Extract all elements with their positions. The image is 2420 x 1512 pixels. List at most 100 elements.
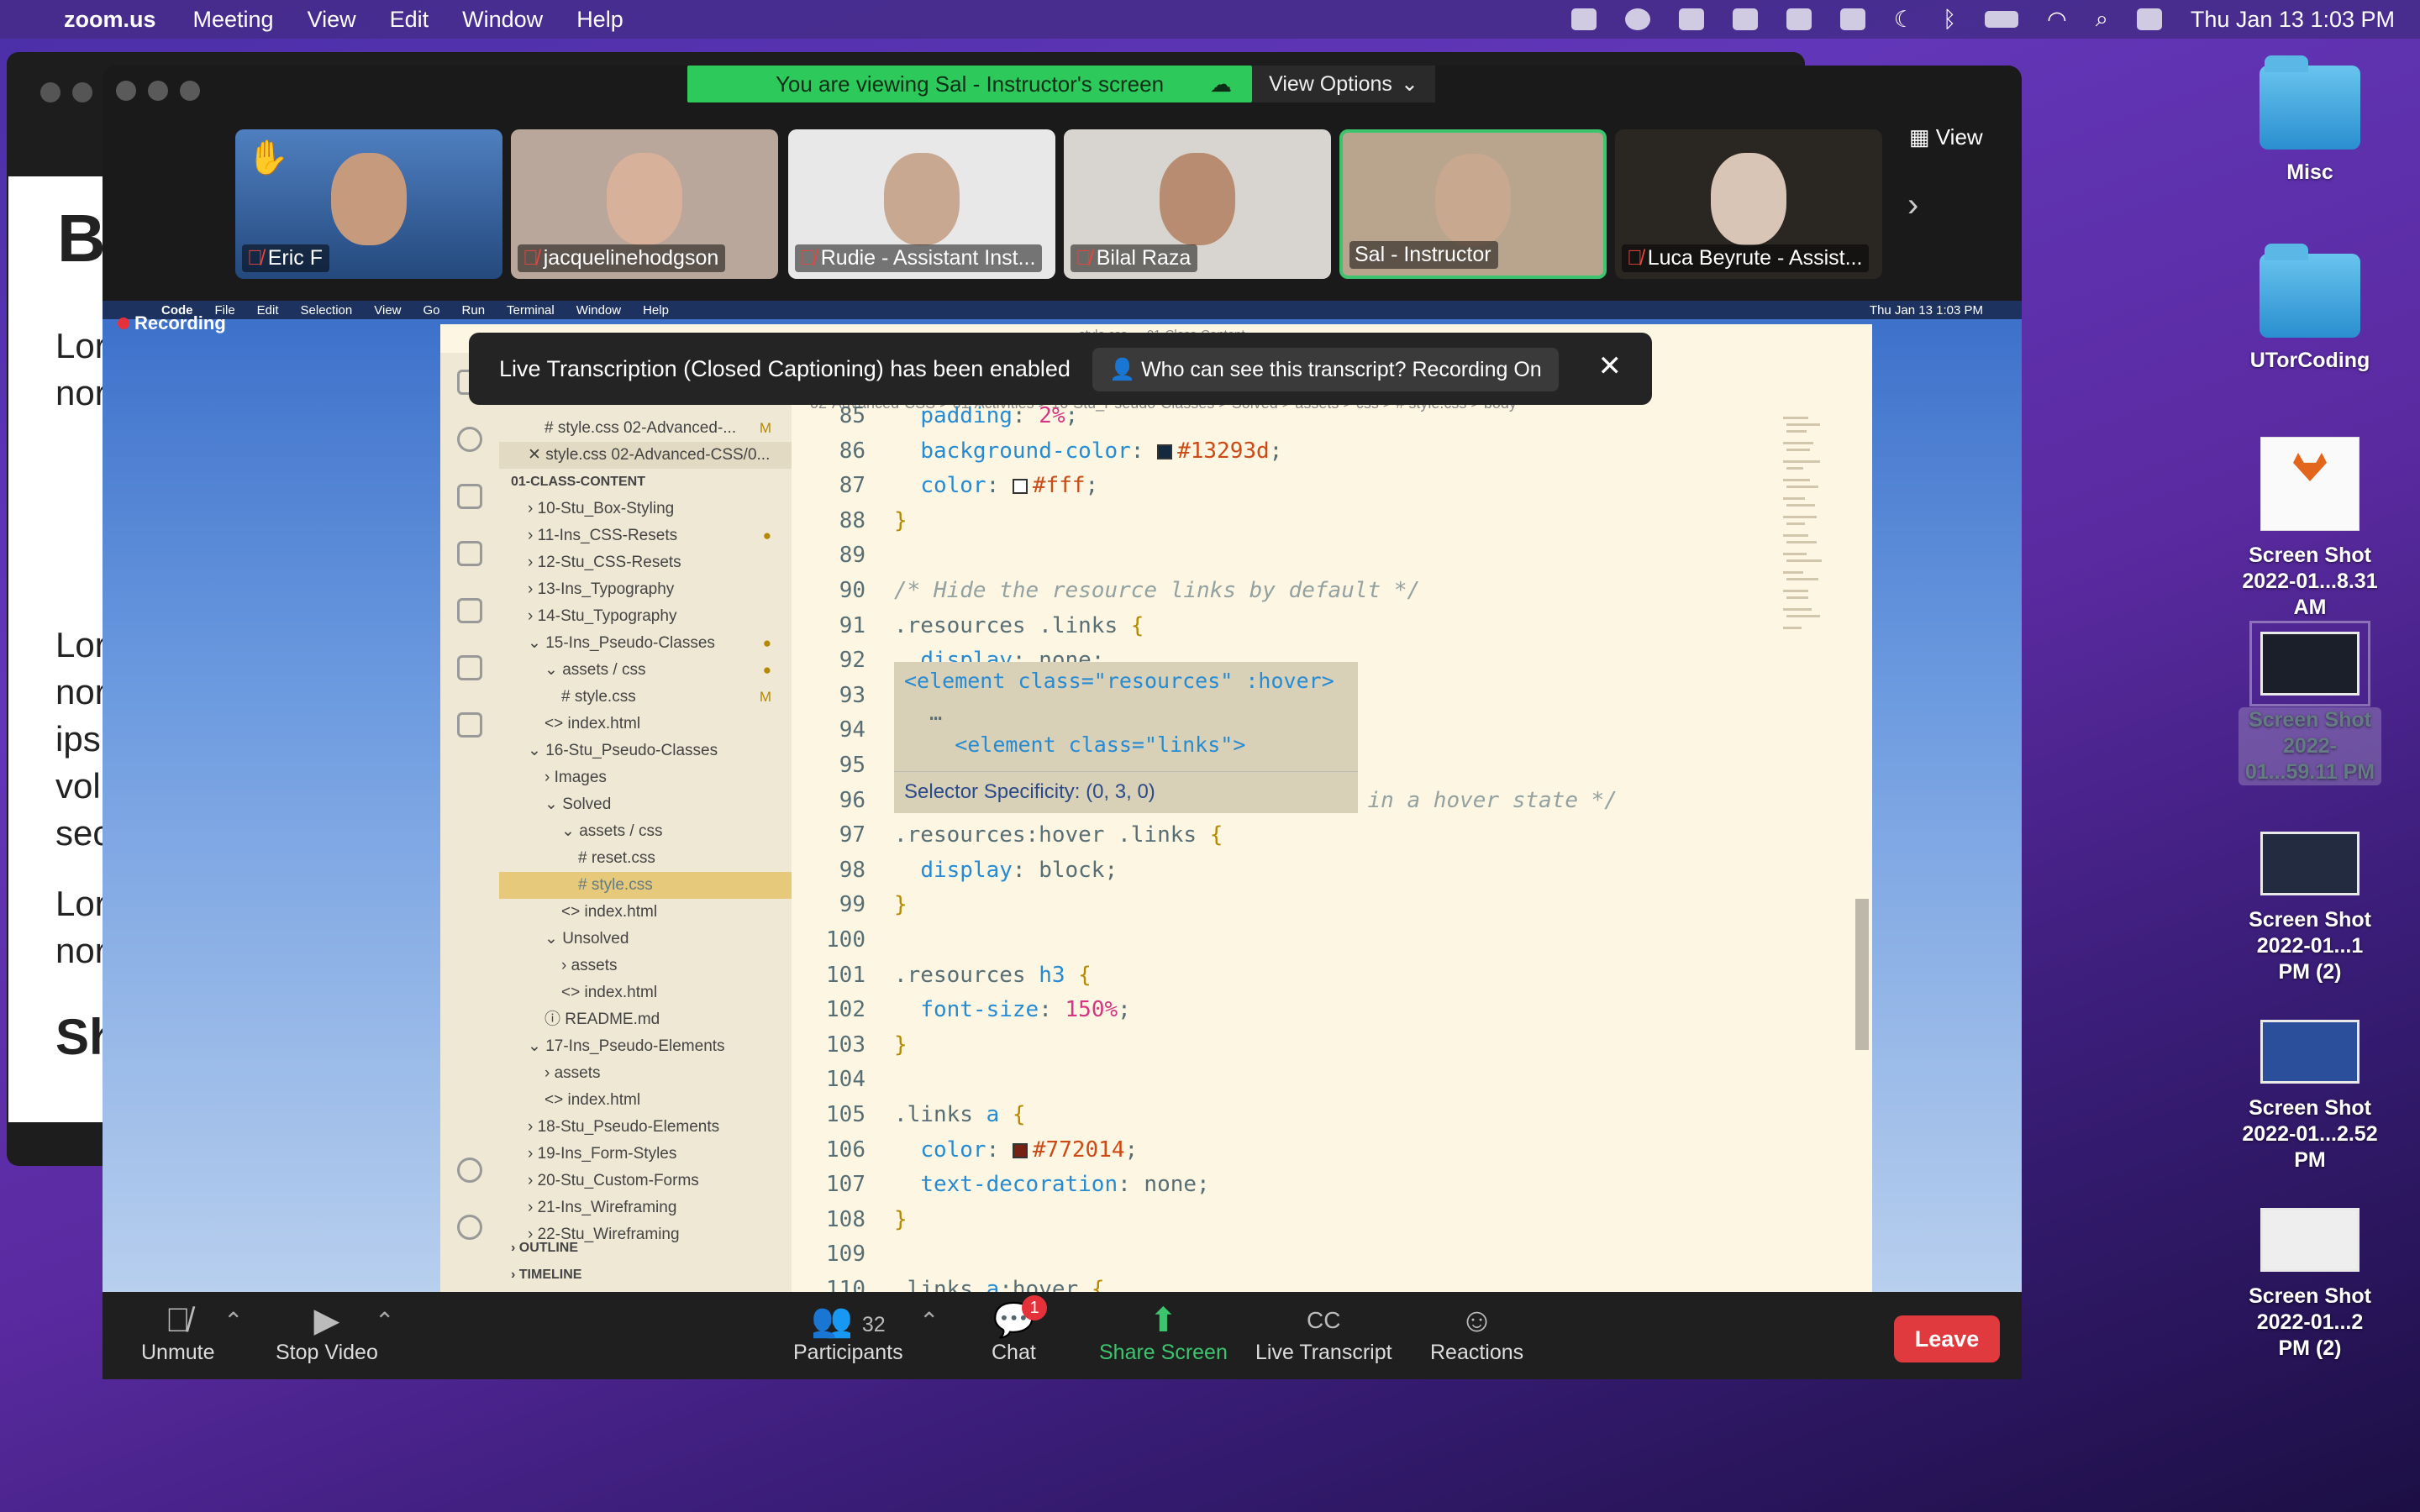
leave-button[interactable]: Leave	[1894, 1315, 2000, 1362]
explorer-item[interactable]: › OUTLINE	[499, 1235, 792, 1262]
explorer-item[interactable]: › assets	[499, 1060, 792, 1087]
code-line[interactable]: }	[894, 1032, 908, 1058]
participant-tile[interactable]: 🎙̸ Luca Beyrute - Assist...	[1615, 129, 1882, 279]
desktop-folder-misc[interactable]: Misc	[2238, 55, 2381, 186]
participants-button[interactable]: 👥 32 Participants	[793, 1300, 903, 1365]
explorer-item[interactable]: ⌄ 16-Stu_Pseudo-Classes	[499, 738, 792, 764]
participant-tile[interactable]: 🎙̸ Bilal Raza	[1064, 129, 1331, 279]
desktop-screenshot[interactable]: Screen Shot 2022-01...2 PM (2)	[2238, 1208, 2381, 1362]
wifi-icon[interactable]: ◠	[2047, 7, 2067, 33]
explorer-item[interactable]: › 20-Stu_Custom-Forms	[499, 1168, 792, 1194]
explorer-item[interactable]: › 13-Ins_Typography	[499, 576, 792, 603]
audio-options-chevron[interactable]: ⌃	[224, 1307, 243, 1335]
recording-indicator[interactable]: Recording	[118, 312, 226, 334]
close-button[interactable]	[116, 81, 136, 101]
window-minimize-button[interactable]	[72, 82, 92, 102]
explorer-item[interactable]: ⌄ 15-Ins_Pseudo-Classes ●	[499, 630, 792, 657]
code-line[interactable]: .links a {	[894, 1102, 1026, 1127]
docker-icon[interactable]	[457, 712, 482, 738]
editor-scrollbar[interactable]	[1855, 899, 1869, 1050]
code-line[interactable]: font-size: 150%;	[894, 997, 1130, 1022]
fullscreen-button[interactable]	[180, 81, 200, 101]
reactions-button[interactable]: ☺ Reactions	[1430, 1300, 1523, 1365]
explorer-item[interactable]: # reset.css	[499, 845, 792, 872]
gallery-view-button[interactable]: ▦ View	[1909, 124, 2020, 160]
moon-icon[interactable]: ☾	[1894, 7, 1914, 33]
participant-tile-active-speaker[interactable]: Sal - Instructor	[1339, 129, 1607, 279]
code-line[interactable]: .resources:hover .links {	[894, 822, 1223, 848]
explorer-item[interactable]: ⌄ 17-Ins_Pseudo-Elements	[499, 1033, 792, 1060]
menu-help[interactable]: Help	[576, 7, 623, 33]
window-close-button[interactable]	[40, 82, 60, 102]
live-transcript-button[interactable]: CC Live Transcript	[1255, 1300, 1392, 1365]
explorer-item[interactable]: # style.css 02-Advanced-... M	[499, 415, 792, 442]
explorer-item[interactable]: ⌄ Solved	[499, 791, 792, 818]
code-line[interactable]: color: #772014;	[894, 1137, 1138, 1163]
share-screen-button[interactable]: ⬆ Share Screen	[1099, 1300, 1228, 1365]
code-line[interactable]: .resources h3 {	[894, 963, 1092, 988]
desktop-folder-utorcoding[interactable]: UTorCoding	[2238, 244, 2381, 374]
code-line[interactable]: padding: 2%;	[894, 403, 1078, 428]
run-debug-icon[interactable]	[457, 541, 482, 566]
extensions-icon[interactable]	[457, 655, 482, 680]
status-icon[interactable]	[1624, 8, 1650, 30]
explorer-item[interactable]: # style.css	[499, 872, 792, 899]
code-editor[interactable]: 85 padding: 2%; 86 background-color: #132…	[792, 395, 1808, 1337]
explorer-item[interactable]: ✕ style.css 02-Advanced-CSS/0...	[499, 442, 792, 469]
participant-tile[interactable]: ✋ 🎙̸ Eric F	[235, 129, 502, 279]
explorer-item[interactable]: ⓘ README.md	[499, 1006, 792, 1033]
desktop-screenshot-selected[interactable]: Screen Shot 2022-01...59.11 PM	[2238, 621, 2381, 785]
code-line[interactable]: text-decoration: none;	[894, 1172, 1209, 1197]
brave-icon[interactable]	[1786, 8, 1812, 30]
explorer-item[interactable]: › TIMELINE	[499, 1262, 792, 1289]
shield-icon[interactable]	[1678, 8, 1704, 30]
code-line[interactable]: }	[894, 508, 908, 533]
explorer-item[interactable]: 01-CLASS-CONTENT	[499, 469, 792, 496]
explorer-item[interactable]: › assets	[499, 953, 792, 979]
participant-tile[interactable]: 🎙̸ Rudie - Assistant Inst...	[788, 129, 1055, 279]
zoom-status-icon[interactable]	[1570, 8, 1597, 30]
code-line[interactable]: display: block;	[894, 858, 1118, 883]
participants-options-chevron[interactable]: ⌃	[919, 1307, 939, 1335]
desktop-screenshot[interactable]: Screen Shot 2022-01...1 PM (2)	[2238, 832, 2381, 985]
settings-gear-icon[interactable]	[457, 1215, 482, 1240]
explorer-item[interactable]: › 18-Stu_Pseudo-Elements	[499, 1114, 792, 1141]
code-line[interactable]: .resources .links {	[894, 613, 1144, 638]
vpn-icon[interactable]	[1839, 8, 1865, 30]
video-options-chevron[interactable]: ⌃	[375, 1307, 394, 1335]
account-icon[interactable]	[457, 1158, 482, 1183]
desktop-screenshot[interactable]: Screen Shot 2022-01...8.31 AM	[2238, 437, 2381, 621]
explorer-item[interactable]: › 21-Ins_Wireframing	[499, 1194, 792, 1221]
code-line[interactable]: /* Hide the resource links by default */	[894, 578, 1420, 603]
remote-explorer-icon[interactable]	[457, 598, 482, 623]
battery-icon[interactable]	[1985, 11, 2019, 28]
explorer-item[interactable]: # style.css M	[499, 684, 792, 711]
explorer-item[interactable]: › 14-Stu_Typography	[499, 603, 792, 630]
minimap[interactable]	[1783, 417, 1833, 669]
explorer-item[interactable]: ⌄ Unsolved	[499, 926, 792, 953]
explorer-item[interactable]: › Images	[499, 764, 792, 791]
participant-tile[interactable]: 🎙̸ jacquelinehodgson	[511, 129, 778, 279]
explorer-item[interactable]: ⌄ assets / css	[499, 818, 792, 845]
explorer-item[interactable]: <> index.html	[499, 711, 792, 738]
desktop-screenshot[interactable]: Screen Shot 2022-01...2.52 PM	[2238, 1020, 2381, 1173]
view-options-button[interactable]: View Options ⌄	[1252, 66, 1435, 102]
code-line[interactable]: color: #fff;	[894, 473, 1098, 498]
explorer-item[interactable]: › 19-Ins_Form-Styles	[499, 1141, 792, 1168]
code-line[interactable]: }	[894, 892, 908, 917]
minimize-button[interactable]	[148, 81, 168, 101]
bluetooth-icon[interactable]: ᛒ	[1943, 7, 1956, 33]
extension-icon[interactable]	[1732, 8, 1758, 30]
explorer-item[interactable]: › 10-Stu_Box-Styling	[499, 496, 792, 522]
close-icon[interactable]: ✕	[1598, 349, 1623, 383]
explorer-item[interactable]: <> index.html	[499, 979, 792, 1006]
menu-edit[interactable]: Edit	[390, 7, 429, 33]
code-line[interactable]: background-color: #13293d;	[894, 438, 1282, 464]
transcript-visibility-button[interactable]: 👤 Who can see this transcript? Recording…	[1092, 348, 1559, 391]
explorer-item[interactable]: › 11-Ins_CSS-Resets ●	[499, 522, 792, 549]
explorer-item[interactable]: › 12-Stu_CSS-Resets	[499, 549, 792, 576]
next-page-chevron-icon[interactable]: ›	[1907, 186, 1918, 224]
stop-video-button[interactable]: ▶ Stop Video	[276, 1300, 378, 1365]
explorer-item[interactable]: <> index.html	[499, 899, 792, 926]
explorer-item[interactable]: ⌄ assets / css ●	[499, 657, 792, 684]
